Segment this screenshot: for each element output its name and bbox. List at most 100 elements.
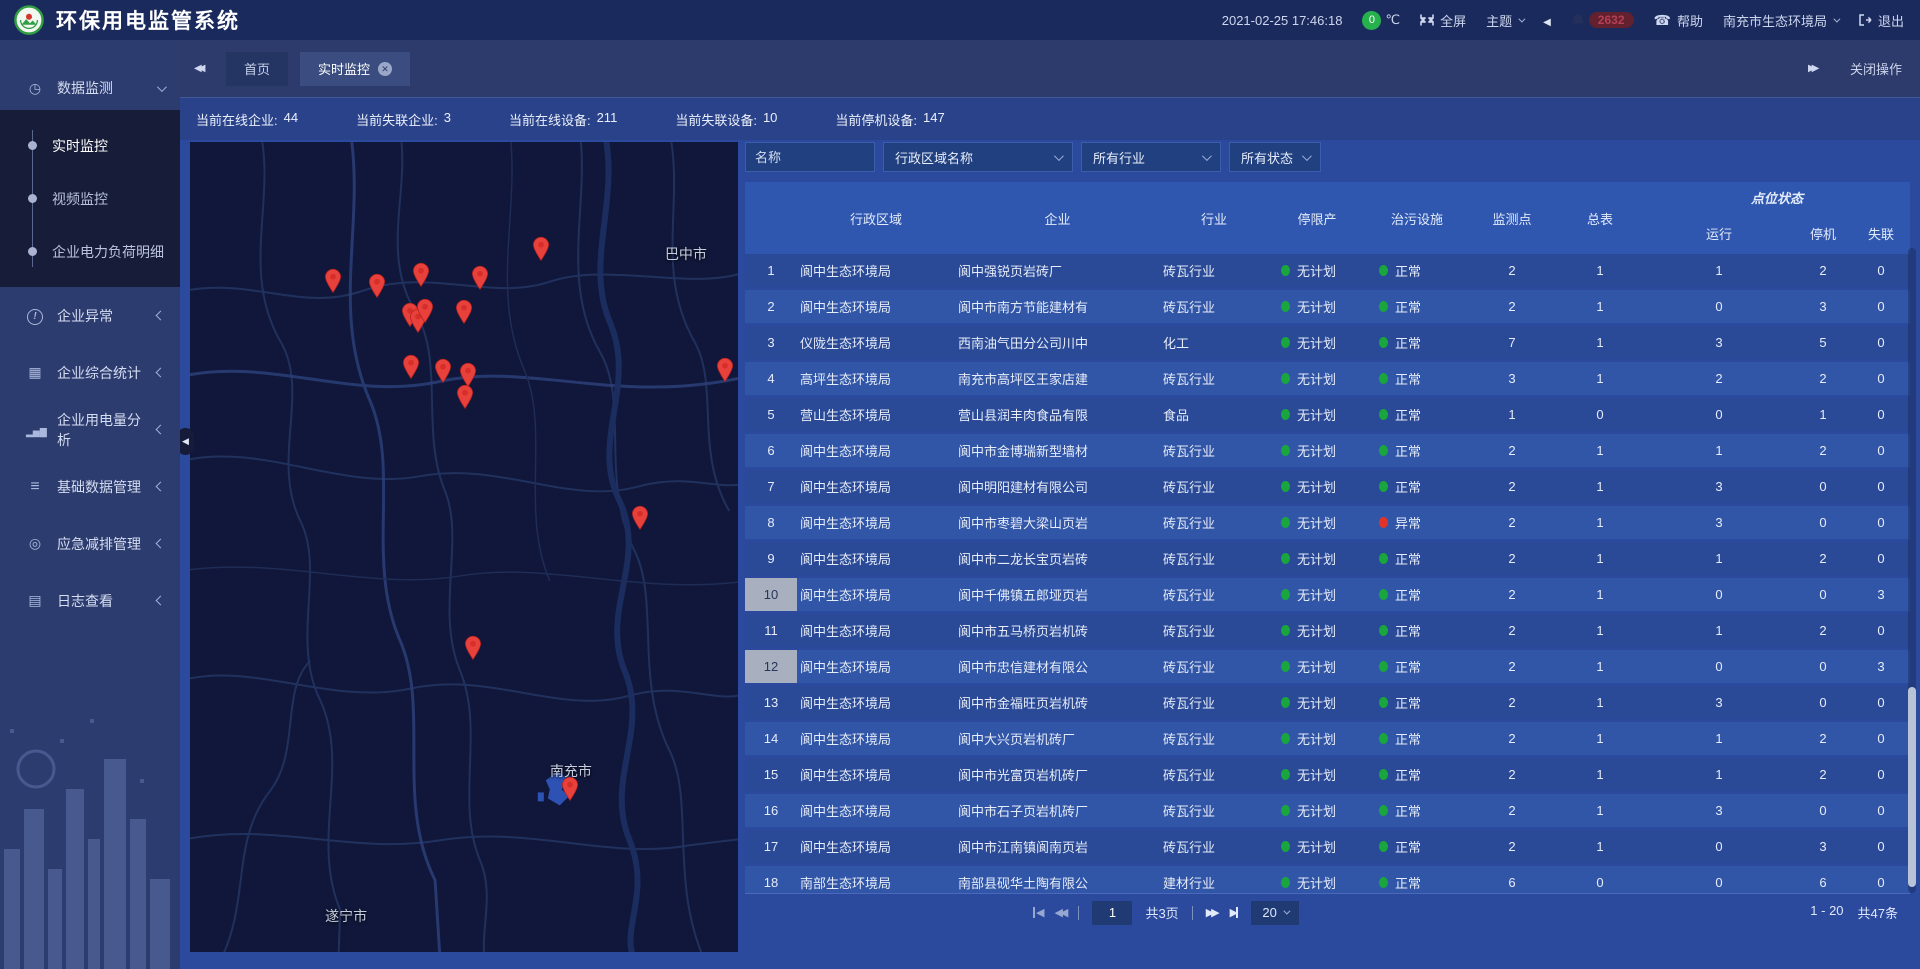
cell-treatment-status: 正常 — [1366, 470, 1468, 503]
first-page-button[interactable]: ◀ — [1033, 906, 1041, 919]
fullscreen-button[interactable]: 全屏 — [1420, 11, 1466, 30]
map-pin-icon[interactable] — [455, 299, 474, 324]
theme-dropdown[interactable]: 主题 — [1486, 11, 1523, 30]
table-row[interactable]: 14 阆中生态环境局 阆中大兴页岩机砖厂 砖瓦行业 无计划 正常 2 — [745, 722, 1910, 755]
sidebar-item[interactable]: 日志查看 — [0, 572, 180, 629]
map-pin-icon[interactable] — [416, 298, 435, 323]
table-row[interactable]: 11 阆中生态环境局 阆中市五马桥页岩机砖 砖瓦行业 无计划 正常 2 — [745, 614, 1910, 647]
cell-treatment-status: 正常 — [1366, 650, 1468, 683]
map-pin-icon[interactable] — [532, 236, 551, 261]
map-pin-icon[interactable] — [401, 354, 420, 379]
notifications-button[interactable]: 2632 — [1571, 12, 1634, 28]
map-panel[interactable]: 巴中市 南充市 遂宁市 — [190, 142, 738, 952]
table-row[interactable]: 3 仪陇生态环境局 西南油气田分公司川中 化工 无计划 正常 7 — [745, 326, 1910, 359]
table-row[interactable]: 7 阆中生态环境局 阆中明阳建材有限公司 砖瓦行业 无计划 正常 2 — [745, 470, 1910, 503]
map-pin-icon[interactable] — [412, 262, 431, 287]
cell-monitor-count: 2 — [1468, 794, 1556, 827]
table-row[interactable]: 13 阆中生态环境局 阆中市金福旺页岩机砖 砖瓦行业 无计划 正常 2 — [745, 686, 1910, 719]
cell-region: 阆中生态环境局 — [797, 578, 955, 611]
cell-enterprise: 南部县砚华土陶有限公 — [955, 866, 1160, 893]
table-row[interactable]: 6 阆中生态环境局 阆中市金博瑞新型墙材 砖瓦行业 无计划 正常 2 — [745, 434, 1910, 467]
tab-bar: 首页 实时监控 关闭操作 — [180, 40, 1920, 97]
sidebar-subitem[interactable]: 企业电力负荷明细 — [0, 225, 180, 278]
cell-stop-status: 无计划 — [1268, 254, 1366, 287]
map-pin-icon[interactable] — [630, 505, 649, 530]
sidebar-item[interactable]: 企业综合统计 — [0, 344, 180, 401]
sidebar-item[interactable]: 企业异常 — [0, 287, 180, 344]
triangle-left-icon[interactable] — [1543, 13, 1551, 28]
map-pin-icon[interactable] — [715, 357, 734, 382]
map-pin-icon[interactable] — [324, 268, 343, 293]
map-pin-icon[interactable] — [434, 358, 453, 383]
logout-button[interactable]: 退出 — [1858, 11, 1904, 30]
status-select[interactable]: 所有状态 — [1229, 142, 1321, 172]
status-dot — [1379, 373, 1388, 384]
map-pin-icon[interactable] — [560, 776, 579, 801]
phone-icon — [1654, 12, 1671, 29]
page-number-input[interactable]: 1 — [1092, 901, 1132, 925]
cell-monitor-count: 2 — [1468, 434, 1556, 467]
next-page-button[interactable]: ▶▶ — [1206, 906, 1217, 919]
chevron-down-icon — [1833, 15, 1840, 22]
cell-monitor-count: 1 — [1468, 398, 1556, 431]
table-row[interactable]: 16 阆中生态环境局 阆中市石子页岩机砖厂 砖瓦行业 无计划 正常 2 — [745, 794, 1910, 827]
cell-region: 阆中生态环境局 — [797, 470, 955, 503]
prev-page-button[interactable]: ◀◀ — [1054, 906, 1065, 919]
cell-monitor-count: 2 — [1468, 542, 1556, 575]
region-select[interactable]: 行政区域名称 — [883, 142, 1073, 172]
table-row[interactable]: 9 阆中生态环境局 阆中市二龙长宝页岩砖 砖瓦行业 无计划 正常 2 — [745, 542, 1910, 575]
map-pin-icon[interactable] — [456, 384, 475, 409]
table-row[interactable]: 4 高坪生态环境局 南充市高坪区王家店建 砖瓦行业 无计划 正常 3 — [745, 362, 1910, 395]
fullscreen-icon — [1420, 13, 1434, 27]
sidebar-item[interactable]: 企业用电量分析 — [0, 401, 180, 458]
cell-stop-status: 无计划 — [1268, 686, 1366, 719]
table-row[interactable]: 8 阆中生态环境局 阆中市枣碧大梁山页岩 砖瓦行业 无计划 异常 2 — [745, 506, 1910, 539]
table-scrollbar[interactable] — [1908, 248, 1916, 893]
table-row[interactable]: 5 营山生态环境局 营山县润丰肉食品有限 食品 无计划 正常 1 — [745, 398, 1910, 431]
cell-halt-count: 0 — [1794, 686, 1852, 719]
table-row[interactable]: 10 阆中生态环境局 阆中千佛镇五郎垭页岩 砖瓦行业 无计划 正常 2 — [745, 578, 1910, 611]
cell-industry: 砖瓦行业 — [1160, 542, 1268, 575]
cell-region: 阆中生态环境局 — [797, 290, 955, 323]
close-operations-button[interactable]: 关闭操作 — [1850, 59, 1902, 78]
map-pin-icon[interactable] — [463, 635, 482, 660]
map-pin-icon[interactable] — [470, 265, 489, 290]
main-area: 首页 实时监控 关闭操作 当前在线企业: 44 当前失联企业: 3 当前在线设备… — [180, 40, 1920, 969]
tab-realtime-monitoring[interactable]: 实时监控 — [300, 52, 410, 86]
page-size-select[interactable]: 20 — [1251, 901, 1299, 925]
help-button[interactable]: 帮助 — [1654, 11, 1703, 30]
cell-run-count: 1 — [1644, 254, 1794, 287]
table-row[interactable]: 18 南部生态环境局 南部县砚华土陶有限公 建材行业 无计划 正常 6 — [745, 866, 1910, 893]
last-page-button[interactable]: ▶ — [1230, 906, 1238, 919]
tabs-scroll-left-icon[interactable] — [194, 63, 214, 74]
tab-home[interactable]: 首页 — [226, 52, 288, 86]
stat-value: 211 — [597, 110, 618, 129]
cell-lost-count: 0 — [1852, 794, 1910, 827]
industry-select[interactable]: 所有行业 — [1081, 142, 1221, 172]
table-row[interactable]: 2 阆中生态环境局 阆中市南方节能建材有 砖瓦行业 无计划 正常 2 — [745, 290, 1910, 323]
cell-treatment-status: 正常 — [1366, 362, 1468, 395]
table-row[interactable]: 12 阆中生态环境局 阆中市忠信建材有限公 砖瓦行业 无计划 正常 2 — [745, 650, 1910, 683]
cell-monitor-count: 2 — [1468, 722, 1556, 755]
map-pin-icon[interactable] — [367, 273, 386, 298]
table-row[interactable]: 17 阆中生态环境局 阆中市江南镇阆南页岩 砖瓦行业 无计划 正常 2 — [745, 830, 1910, 863]
table-row[interactable]: 1 阆中生态环境局 阆中强锐页岩砖厂 砖瓦行业 无计划 正常 2 — [745, 254, 1910, 287]
row-index: 6 — [745, 434, 797, 467]
close-tab-icon[interactable] — [378, 62, 392, 76]
sidebar-item[interactable]: 基础数据管理 — [0, 458, 180, 515]
cell-industry: 化工 — [1160, 326, 1268, 359]
logout-icon — [1858, 13, 1872, 27]
name-search-input[interactable] — [745, 142, 875, 172]
sidebar-item[interactable]: 应急减排管理 — [0, 515, 180, 572]
sidebar-item-data-monitoring[interactable]: 数据监测 — [0, 66, 180, 110]
scrollbar-thumb[interactable] — [1908, 687, 1916, 887]
sidebar-subitem[interactable]: 实时监控 — [0, 119, 180, 172]
chevron-left-icon — [156, 539, 166, 549]
table-row[interactable]: 15 阆中生态环境局 阆中市光富页岩机砖厂 砖瓦行业 无计划 正常 2 — [745, 758, 1910, 791]
tabs-scroll-right-icon[interactable] — [1808, 63, 1828, 74]
cell-monitor-count: 2 — [1468, 758, 1556, 791]
cell-stop-status: 无计划 — [1268, 830, 1366, 863]
sidebar-subitem[interactable]: 视频监控 — [0, 172, 180, 225]
org-dropdown[interactable]: 南充市生态环境局 — [1723, 11, 1838, 30]
cell-treatment-status: 正常 — [1366, 722, 1468, 755]
